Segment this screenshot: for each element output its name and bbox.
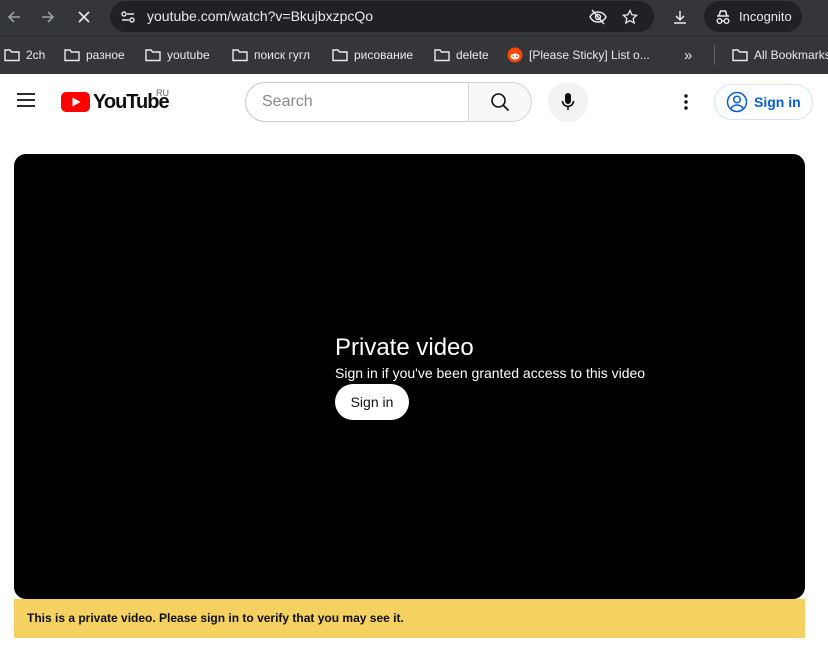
search-box[interactable] xyxy=(245,82,469,122)
header-sign-in-button[interactable]: Sign in xyxy=(714,84,813,120)
youtube-header: YouTube RU Sign in xyxy=(0,74,828,130)
bookmark-label: youtube xyxy=(167,48,210,62)
account-circle-icon xyxy=(726,91,748,113)
bookmark-2ch[interactable]: 2ch xyxy=(4,46,45,64)
search-input[interactable] xyxy=(262,92,462,112)
video-player[interactable]: Private video Sign in if you've been gra… xyxy=(14,154,805,599)
guide-menu-button[interactable] xyxy=(12,86,40,114)
search-button[interactable] xyxy=(468,82,532,122)
all-bookmarks-label: All Bookmarks xyxy=(754,48,828,62)
youtube-logo[interactable]: YouTube xyxy=(61,89,170,115)
bookmark-label: разное xyxy=(86,48,125,62)
youtube-play-icon xyxy=(61,92,90,112)
bookmark-label: рисование xyxy=(354,48,414,62)
forward-button[interactable] xyxy=(35,5,61,29)
back-button[interactable] xyxy=(1,5,27,29)
eye-off-icon[interactable] xyxy=(588,7,608,27)
bookmark-label: поиск гугл xyxy=(254,48,310,62)
folder-icon xyxy=(232,49,248,62)
stop-loading-icon xyxy=(78,11,90,23)
more-vert-icon xyxy=(684,94,688,110)
bookmark-raznoe[interactable]: разное xyxy=(64,46,125,64)
folder-icon xyxy=(434,49,450,62)
bookmark-divider xyxy=(714,45,715,65)
header-sign-in-label: Sign in xyxy=(754,94,801,110)
bookmark-label: delete xyxy=(456,48,489,62)
bookmarks-bar: 2ch разное youtube поиск гугл рисование … xyxy=(0,35,828,74)
microphone-icon xyxy=(561,93,575,110)
folder-icon xyxy=(332,49,348,62)
site-settings-icon[interactable] xyxy=(118,7,138,27)
private-video-title: Private video xyxy=(335,334,474,361)
settings-more-button[interactable] xyxy=(672,88,700,116)
folder-icon xyxy=(145,49,161,62)
incognito-badge[interactable]: Incognito xyxy=(704,1,802,32)
player-sign-in-button[interactable]: Sign in xyxy=(335,384,409,420)
banner-text: This is a private video. Please sign in … xyxy=(27,611,404,625)
bookmark-risovanie[interactable]: рисование xyxy=(332,46,413,64)
bookmark-please-sticky[interactable]: [Please Sticky] List o... xyxy=(507,46,650,64)
voice-search-button[interactable] xyxy=(548,82,588,122)
bookmark-label: 2ch xyxy=(26,48,46,62)
reddit-icon xyxy=(507,47,523,63)
bookmarks-overflow-button[interactable]: » xyxy=(684,46,692,64)
bookmark-youtube[interactable]: youtube xyxy=(145,46,210,64)
bookmark-delete[interactable]: delete xyxy=(434,46,489,64)
folder-icon xyxy=(4,49,20,62)
bookmark-poisk-gugl[interactable]: поиск гугл xyxy=(232,46,310,64)
search-icon xyxy=(491,93,510,112)
private-video-subtitle: Sign in if you've been granted access to… xyxy=(335,365,646,381)
incognito-icon xyxy=(713,7,733,27)
download-button[interactable] xyxy=(667,5,693,29)
private-video-banner: This is a private video. Please sign in … xyxy=(14,599,805,638)
back-arrow-icon xyxy=(7,11,20,23)
bookmark-label: [Please Sticky] List o... xyxy=(529,48,650,62)
download-icon xyxy=(674,11,686,24)
chevron-double-right-icon: » xyxy=(684,46,693,64)
address-bar[interactable]: youtube.com/watch?v=BkujbxzpcQo xyxy=(110,1,654,32)
browser-toolbar: youtube.com/watch?v=BkujbxzpcQo Incognit… xyxy=(0,0,828,35)
star-icon[interactable] xyxy=(620,7,640,27)
incognito-label: Incognito xyxy=(739,9,792,24)
url-text[interactable]: youtube.com/watch?v=BkujbxzpcQo xyxy=(147,8,373,24)
hamburger-menu-icon xyxy=(17,93,35,107)
all-bookmarks[interactable]: All Bookmarks xyxy=(732,46,828,64)
forward-arrow-icon xyxy=(42,11,55,23)
region-code: RU xyxy=(156,88,169,98)
folder-icon xyxy=(64,49,80,62)
folder-icon xyxy=(732,49,748,62)
stop-loading-button[interactable] xyxy=(71,5,97,29)
